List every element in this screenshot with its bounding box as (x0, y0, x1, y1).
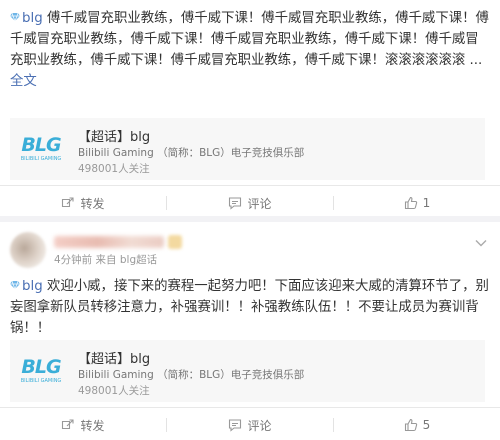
post-from-label: 来自 (95, 254, 117, 266)
repost-label: 转发 (80, 196, 105, 211)
action-bar: 转发 评论 5 (0, 407, 500, 440)
weibo-post-1: blg 傅千威冒充职业教练，傅千威下课！傅千威冒充职业教练，傅千威下课！傅千威冒… (0, 0, 500, 216)
hashtag-link[interactable]: blg (10, 11, 43, 26)
post-time: 4分钟前 (54, 254, 93, 266)
expand-full-text-link[interactable]: 全文 (10, 74, 37, 89)
like-count: 5 (422, 418, 431, 432)
blg-logo: BLG BILIBILI GAMING (10, 118, 72, 180)
like-button[interactable]: 5 (334, 408, 500, 440)
post-meta: 4分钟前 来自 blg超话 (54, 252, 157, 267)
comment-icon (229, 419, 242, 432)
username-blurred[interactable] (54, 236, 164, 248)
hashtag-label: blg (22, 11, 43, 26)
repost-button[interactable]: 转发 (0, 186, 166, 220)
hashtag-label: blg (22, 279, 43, 294)
post-body-text: 傅千威冒充职业教练，傅千威下课！傅千威冒充职业教练，傅千威下课！傅千威冒充职业教… (10, 11, 489, 68)
like-icon (404, 196, 417, 210)
post-text: blg 欢迎小威，接下来的赛程一起努力吧！下面应该迎来大威的清算环节了，别妄图拿… (10, 276, 490, 339)
comment-button[interactable]: 评论 (167, 186, 333, 220)
avatar[interactable] (10, 232, 46, 268)
comment-label: 评论 (247, 196, 272, 211)
comment-label: 评论 (247, 418, 272, 433)
topic-followers: 498001人关注 (78, 163, 150, 175)
repost-icon (62, 419, 75, 430)
svg-text:BLG: BLG (21, 356, 61, 378)
user-badge (168, 235, 182, 249)
topic-title: 【超话】blg (78, 352, 151, 367)
blg-logo: BLG BILIBILI GAMING (10, 340, 72, 402)
repost-icon (62, 197, 75, 208)
topic-card[interactable]: BLG BILIBILI GAMING 【超话】blg Bilibili Gam… (10, 118, 485, 180)
svg-text:BLG: BLG (21, 134, 61, 156)
like-icon (404, 418, 417, 432)
post-source[interactable]: blg超话 (120, 254, 157, 266)
repost-label: 转发 (80, 418, 105, 433)
gem-icon (10, 280, 20, 290)
post-body-text: 欢迎小威，接下来的赛程一起努力吧！下面应该迎来大威的清算环节了，别妄图拿新队员转… (10, 279, 489, 336)
ellipsis: ... (465, 53, 483, 68)
hashtag-link[interactable]: blg (10, 279, 43, 294)
topic-card[interactable]: BLG BILIBILI GAMING 【超话】blg Bilibili Gam… (10, 340, 485, 402)
chevron-down-icon[interactable] (474, 238, 488, 248)
action-bar: 转发 评论 1 (0, 185, 500, 219)
svg-text:BILIBILI GAMING: BILIBILI GAMING (21, 378, 62, 384)
like-button[interactable]: 1 (334, 186, 500, 220)
comment-icon (229, 197, 242, 210)
post-text: blg 傅千威冒充职业教练，傅千威下课！傅千威冒充职业教练，傅千威下课！傅千威冒… (10, 8, 490, 92)
topic-description: Bilibili Gaming （简称：BLG）电子竞技俱乐部 (78, 147, 305, 159)
topic-description: Bilibili Gaming （简称：BLG）电子竞技俱乐部 (78, 369, 305, 381)
topic-title: 【超话】blg (78, 130, 151, 145)
topic-followers: 498001人关注 (78, 385, 150, 397)
repost-button[interactable]: 转发 (0, 408, 166, 440)
like-count: 1 (422, 196, 431, 210)
svg-text:BILIBILI GAMING: BILIBILI GAMING (21, 156, 62, 162)
gem-icon (10, 12, 20, 22)
comment-button[interactable]: 评论 (167, 408, 333, 440)
